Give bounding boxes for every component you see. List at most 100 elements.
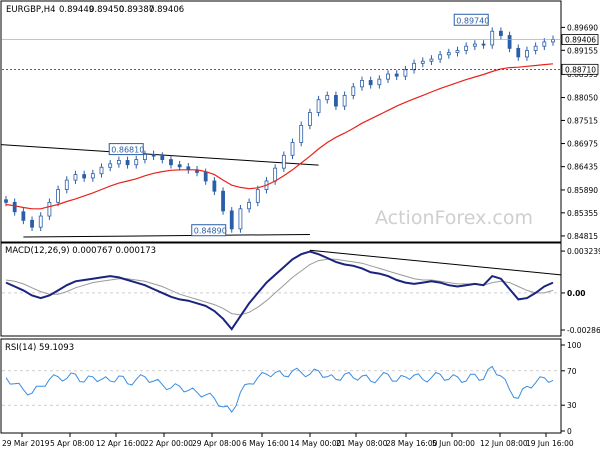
candle-body (4, 199, 8, 203)
candle-body (12, 201, 17, 213)
macd-y-tick-label: 0.00 (567, 289, 586, 298)
price-y-tick-label: 0.85355 (567, 209, 598, 218)
candle-body (90, 173, 95, 179)
x-tick-label: 5 Apr 08:00 (50, 439, 94, 448)
candle-body (212, 180, 217, 192)
macd-panel (0, 242, 562, 337)
rsi-header: RSI(14) 59.1093 (5, 343, 74, 353)
price-symbol: EURGBP,H4 (6, 5, 56, 15)
candle-body (38, 215, 43, 228)
candle-body (64, 179, 69, 190)
candle-body (30, 219, 34, 228)
price-y-tick-label: 0.86435 (567, 163, 598, 172)
candle-body (490, 30, 495, 46)
candle-body (108, 163, 113, 168)
watermark-text: ActionForex.com (375, 207, 533, 229)
candle-body (429, 58, 434, 62)
price-close: 0.89406 (149, 5, 184, 15)
x-tick-label: 14 May 00:00 (290, 439, 342, 448)
x-tick-label: 19 Jun 16:00 (526, 439, 574, 448)
candle-body (307, 112, 312, 126)
candle-body (134, 159, 139, 166)
candle-body (56, 189, 60, 203)
candle-body (203, 172, 208, 182)
macd-header: MACD(12,26,9) 0.000767 0.000173 (5, 246, 156, 256)
candle-body (73, 174, 78, 181)
candle-body (499, 30, 503, 36)
candle-body (99, 166, 104, 175)
price-y-tick-label: 0.86975 (567, 140, 598, 149)
price-y-tick-label: 0.85890 (567, 186, 598, 195)
price-candle (221, 187, 225, 215)
price-panel (0, 0, 562, 243)
macd-y-tick-label: 0.003239 (567, 247, 600, 256)
price-y-tick-label: 0.88050 (567, 94, 598, 103)
x-tick-label: 22 Apr 00:00 (144, 439, 193, 448)
candle-body (351, 86, 356, 96)
candle-body (412, 62, 416, 71)
x-tick-label: 12 Apr 16:00 (96, 439, 145, 448)
x-tick-label: 5 Jun 00:00 (432, 439, 475, 448)
candle-body (438, 54, 443, 60)
candle-body (221, 190, 225, 212)
candle-body (368, 80, 373, 86)
candle-body (472, 43, 477, 47)
x-tick-label: 12 Jun 08:00 (480, 439, 528, 448)
price-annotation-label: 0.89740 (456, 16, 489, 25)
candle-body (334, 95, 338, 107)
x-tick-label: 21 May 08:00 (336, 439, 388, 448)
candle-body (533, 45, 538, 51)
candle-body (247, 201, 252, 210)
candle-body (281, 154, 286, 169)
candle-body (238, 208, 243, 230)
price-y-tick-label: 0.84815 (567, 232, 598, 241)
price-annotation-label: 0.86810 (111, 146, 144, 155)
rsi-y-tick-label: 70 (567, 367, 577, 376)
price-y-tick-label: 0.89155 (567, 46, 598, 55)
candle-body (342, 95, 347, 107)
candle-body (160, 155, 165, 160)
candle-body (116, 160, 121, 165)
candle-body (255, 189, 260, 203)
price-y-tick-label: 0.89690 (567, 23, 598, 32)
candle-body (299, 124, 304, 143)
macd-y-tick-label: -0.002868 (567, 326, 600, 335)
rsi-y-tick-label: 30 (567, 401, 577, 410)
price-y-tick-label: 0.87515 (567, 116, 598, 125)
candle-body (125, 160, 130, 166)
price-candle (299, 121, 304, 147)
rsi-y-tick-label: 100 (567, 341, 582, 350)
price-last-label: 0.89406 (565, 36, 596, 45)
chart-canvas: ActionForex.com EURGBP,H4 0.89449 0.8945… (0, 0, 600, 448)
candle-body (481, 43, 486, 46)
x-tick-label: 28 May 16:00 (386, 439, 438, 448)
candle-body (325, 95, 330, 101)
candle-body (516, 47, 521, 58)
candle-body (403, 69, 408, 77)
candle-body (143, 154, 147, 160)
candle-body (464, 45, 469, 51)
candle-body (21, 211, 26, 221)
candle-body (542, 41, 547, 47)
candle-body (455, 50, 460, 54)
candle-body (394, 73, 399, 77)
candle-body (446, 52, 451, 56)
x-tick-label: 6 May 16:00 (242, 439, 289, 448)
rsi-y-tick-label: 0 (567, 427, 572, 436)
candle-body (169, 159, 173, 166)
price-candle (229, 207, 234, 233)
candle-body (229, 210, 234, 230)
candle-body (386, 73, 390, 80)
rsi-panel (0, 338, 562, 434)
candle-body (525, 50, 529, 58)
x-tick-label: 29 Mar 2019 (2, 439, 50, 448)
candle-body (47, 201, 52, 217)
candle-body (151, 154, 156, 157)
candle-body (273, 167, 278, 182)
candle-body (316, 99, 321, 113)
price-candle (238, 204, 243, 233)
candle-body (290, 142, 295, 156)
candle-body (82, 174, 87, 179)
x-tick-label: 29 Apr 08:00 (192, 439, 241, 448)
candle-body (377, 78, 382, 86)
